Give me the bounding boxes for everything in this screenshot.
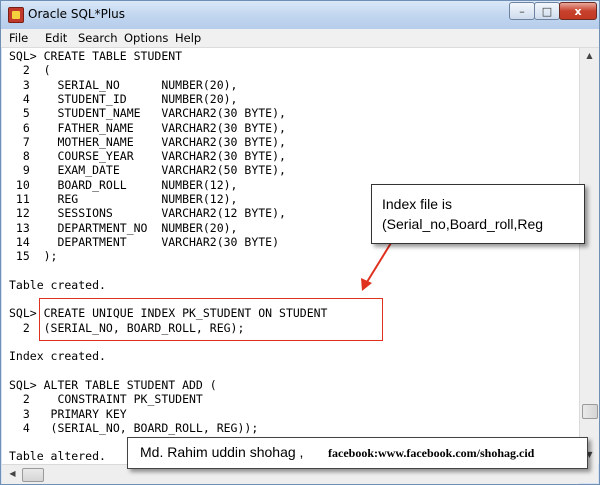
callout-line-2: (Serial_no,Board_roll,Reg	[382, 216, 544, 232]
credit-facebook: facebook:www.facebook.com/shohag.cid	[328, 446, 535, 460]
callout-text: Index file is (Serial_no,Board_roll,Reg	[382, 194, 543, 234]
credit-name: Md. Rahim uddin shohag ,	[140, 444, 304, 460]
index-callout: Index file is (Serial_no,Board_roll,Reg	[371, 184, 585, 244]
author-credit: Md. Rahim uddin shohag , facebook:www.fa…	[127, 437, 588, 469]
callout-line-1: Index file is	[382, 196, 453, 212]
